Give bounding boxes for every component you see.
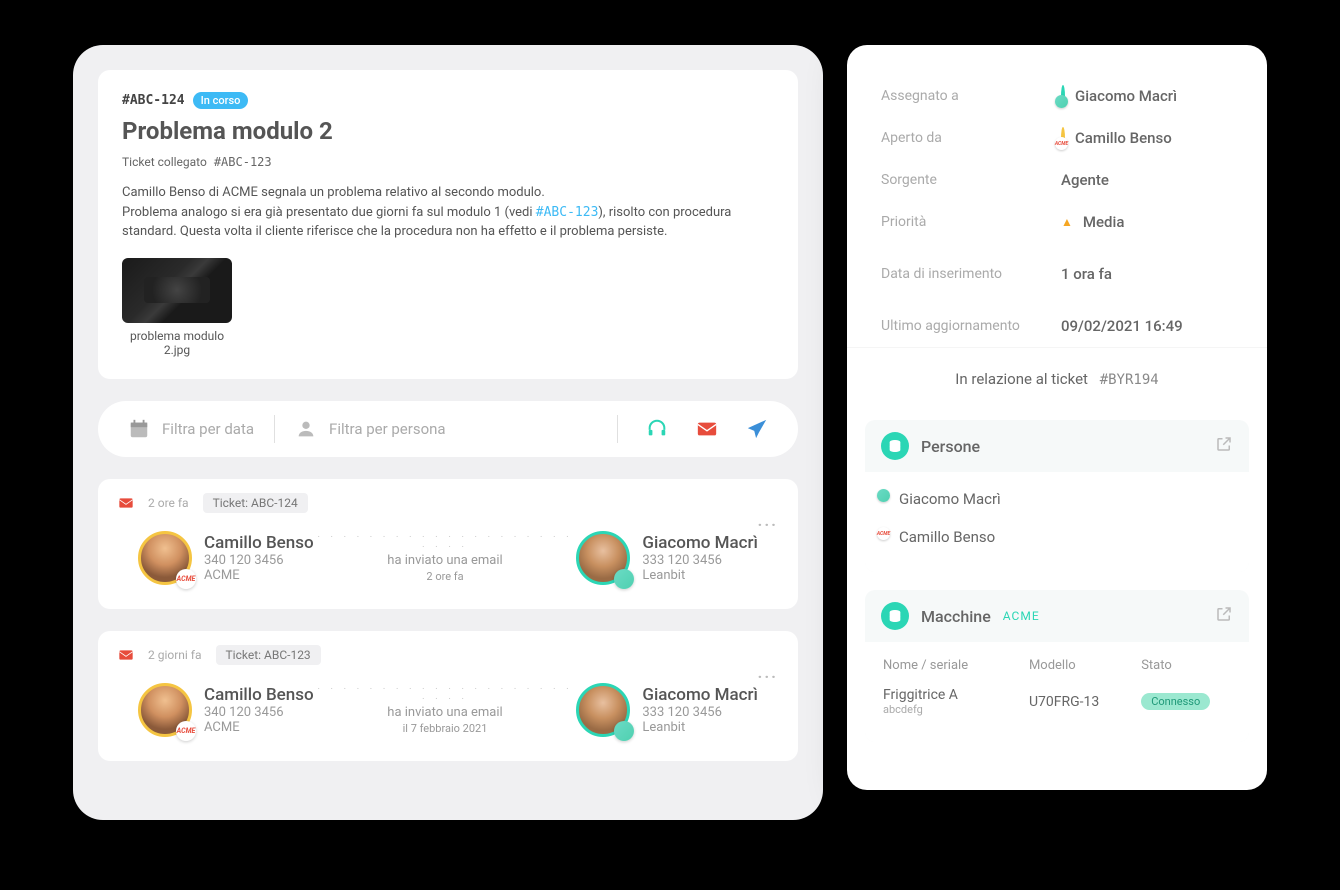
chevron-up-icon: ▲ [1061,215,1073,229]
org-badge: ACME [176,721,196,741]
opened-by-label: Aperto da [881,130,1061,146]
th-state: Stato [1141,658,1231,673]
machine-row[interactable]: Friggitrice A abcdefg U70FRG-13 Connesso [883,679,1231,724]
event-action: · · · · · · · · · · · · · · · · · · · · … [314,533,577,583]
event-ticket-badge[interactable]: Ticket: ABC-124 [203,493,308,513]
assigned-to-label: Assegnato a [881,88,1061,104]
machines-title: Macchine [921,607,991,626]
th-name: Nome / seriale [883,658,1029,673]
event-card: 2 ore fa Ticket: ABC-124 ··· ACME Camill… [98,479,798,609]
machines-section: Macchine ACME Nome / seriale Modello Sta… [865,590,1249,742]
details-sidebar: Assegnato a Giacomo Macrì Aperto da ACME… [847,45,1267,790]
ticket-description: Camillo Benso di ACME segnala un problem… [122,183,774,242]
filter-by-person[interactable]: Filtra per persona [295,418,446,440]
event-time: 2 ore fa [148,496,189,510]
ticket-id: #ABC-124 [122,93,185,108]
linked-ticket[interactable]: Ticket collegato #ABC-123 [122,155,774,169]
created-value: 1 ora fa [1061,265,1112,283]
attachment[interactable]: problema modulo 2.jpg [122,258,232,357]
headset-icon[interactable] [646,418,668,440]
envelope-icon[interactable] [696,418,718,440]
source-value: Agente [1061,171,1109,189]
updated-value: 09/02/2021 16:49 [1061,317,1183,335]
source-label: Sorgente [881,172,1061,188]
more-button[interactable]: ··· [758,667,778,686]
event-from-person[interactable]: ACME Camillo Benso 340 120 3456 ACME [138,531,314,585]
status-badge: In corso [193,92,249,109]
org-badge [614,721,634,741]
priority-value[interactable]: ▲ Media [1061,213,1124,231]
machines-org: ACME [1003,609,1040,623]
attachment-filename: problema modulo 2.jpg [122,329,232,357]
envelope-icon [118,647,134,663]
event-from-person[interactable]: ACME Camillo Benso 340 120 3456 ACME [138,683,314,737]
person-icon [295,418,317,440]
event-time: 2 giorni fa [148,648,202,662]
event-action: · · · · · · · · · · · · · · · · · · · · … [314,685,577,735]
ticket-title: Problema modulo 2 [122,117,774,145]
linked-id: #ABC-123 [214,155,272,169]
filter-by-date[interactable]: Filtra per data [128,418,254,440]
created-label: Data di inserimento [881,266,1061,282]
ticket-card: #ABC-124 In corso Problema modulo 2 Tick… [98,70,798,379]
persone-section: Persone Giacomo Macrì ACME Camillo Benso [865,420,1249,572]
related-ticket[interactable]: In relazione al ticket #BYR194 [847,347,1267,410]
th-model: Modello [1029,658,1141,673]
attachment-thumbnail [122,258,232,323]
inline-ticket-link[interactable]: #ABC-123 [536,205,599,220]
persone-item[interactable]: ACME Camillo Benso [879,518,1235,556]
priority-label: Priorità [881,214,1061,230]
calendar-icon [128,418,150,440]
send-icon[interactable] [746,418,768,440]
status-badge: Connesso [1141,693,1210,710]
database-icon [881,432,909,460]
open-external-icon[interactable] [1215,435,1233,457]
event-card: 2 giorni fa Ticket: ABC-123 ··· ACME Cam… [98,631,798,761]
org-badge: ACME [176,569,196,589]
updated-label: Ultimo aggiornamento [881,318,1061,334]
open-external-icon[interactable] [1215,605,1233,627]
main-column: #ABC-124 In corso Problema modulo 2 Tick… [73,45,823,820]
opened-by-value[interactable]: ACME Camillo Benso [1061,129,1172,147]
event-to-person[interactable]: Giacomo Macrì 333 120 3456 Leanbit [576,531,758,585]
org-badge [614,569,634,589]
more-button[interactable]: ··· [758,515,778,534]
linked-label: Ticket collegato [122,155,207,169]
envelope-icon [118,495,134,511]
persone-item[interactable]: Giacomo Macrì [879,480,1235,518]
database-icon [881,602,909,630]
persone-title: Persone [921,437,980,456]
event-ticket-badge[interactable]: Ticket: ABC-123 [216,645,321,665]
filter-bar: Filtra per data Filtra per persona [98,401,798,457]
assigned-to-value[interactable]: Giacomo Macrì [1061,87,1177,105]
event-to-person[interactable]: Giacomo Macrì 333 120 3456 Leanbit [576,683,758,737]
